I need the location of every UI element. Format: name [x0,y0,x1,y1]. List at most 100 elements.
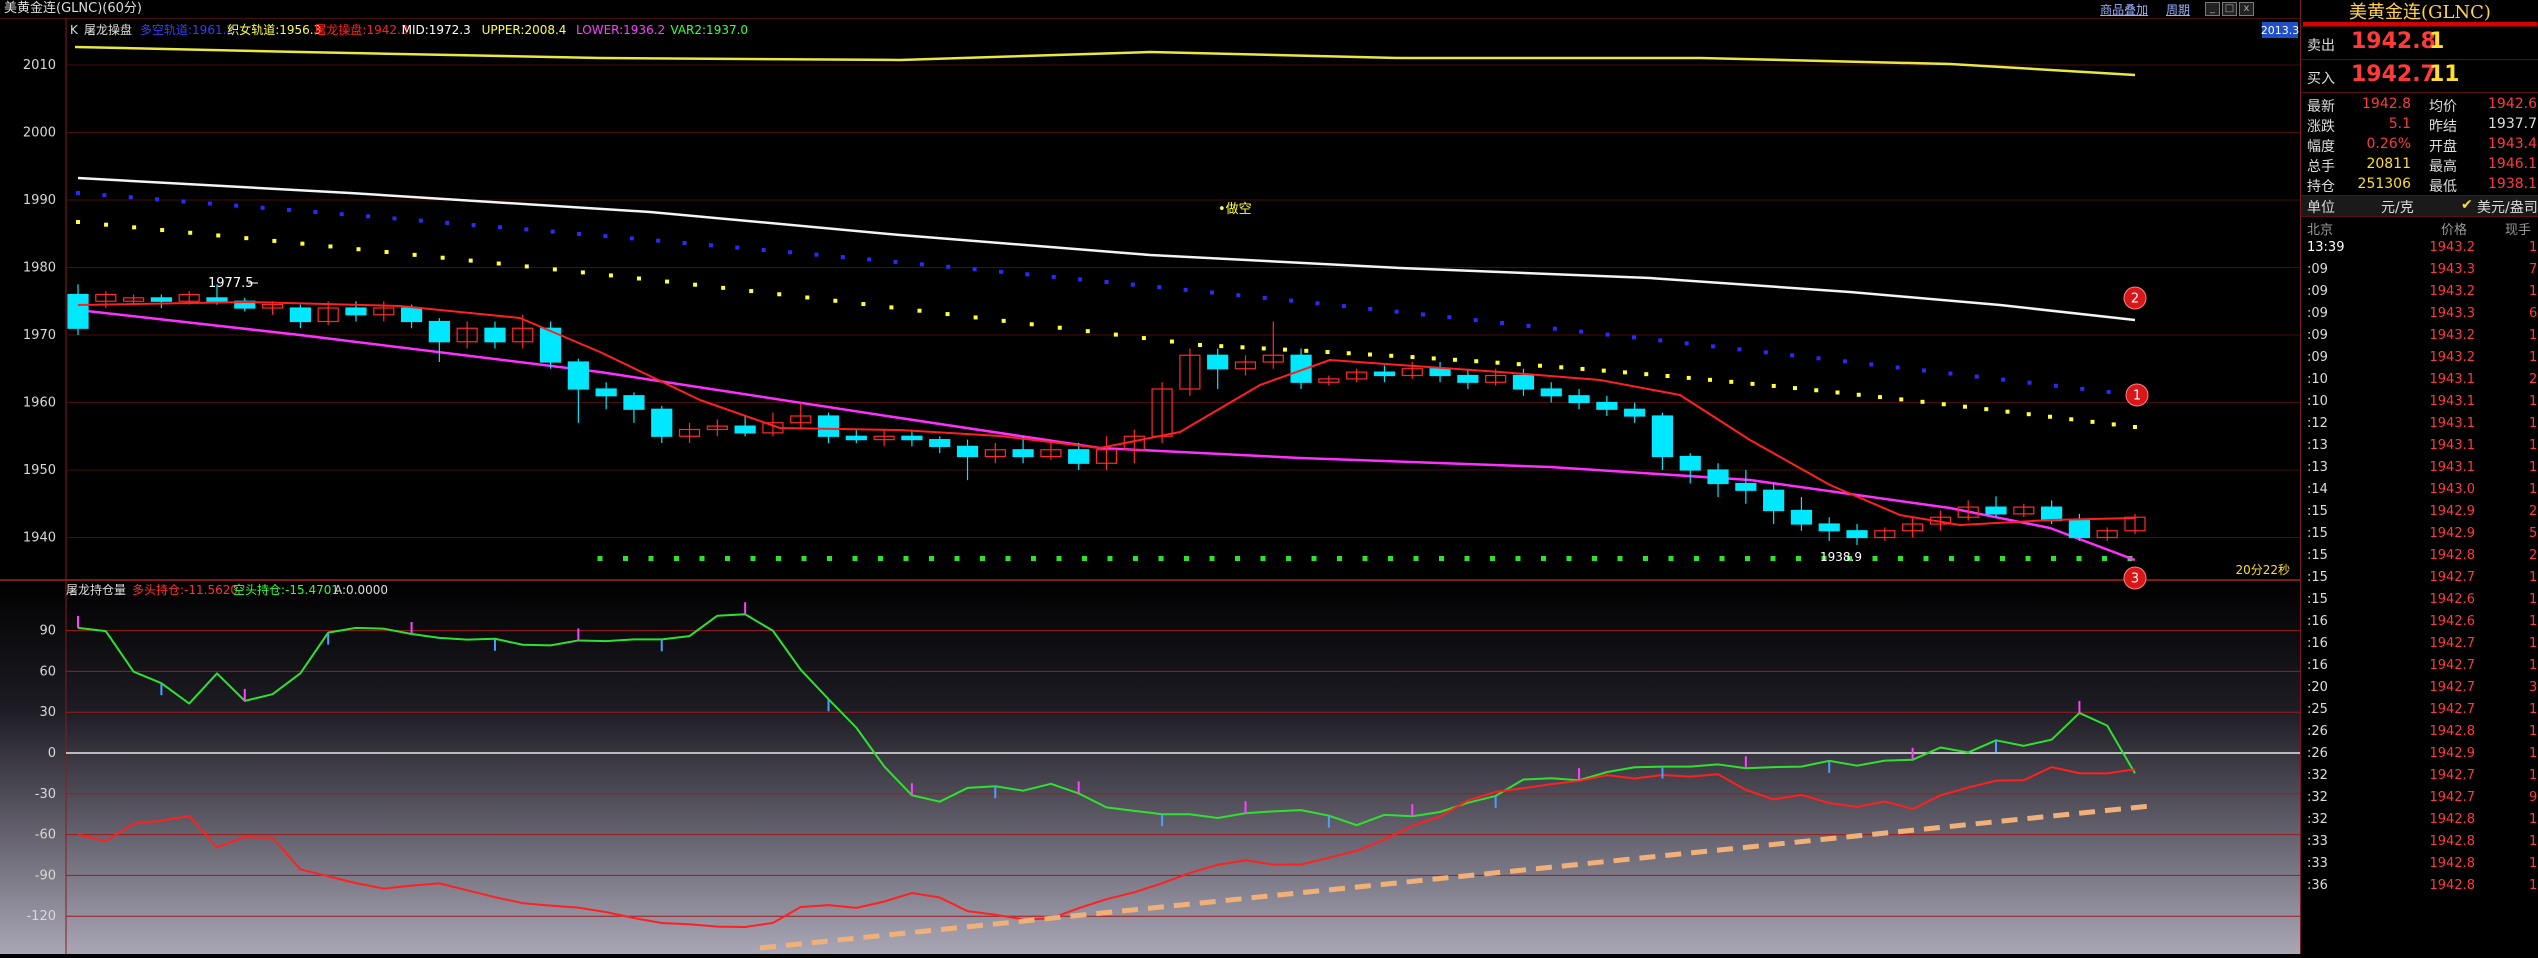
maximize-button[interactable]: □ [2222,2,2237,16]
var2-dot [2051,556,2056,561]
check-icon[interactable]: ✔ [2461,197,2473,213]
y-tick-label: 90 [39,624,56,639]
stat-row: 涨跌 5.1 昨结 1937.7 [2301,115,2538,135]
tick-price: 1943.0 [2429,482,2476,497]
close-button[interactable]: x [2239,2,2254,16]
tick-volume: 1 [2529,746,2538,761]
var2-dot [1515,556,1521,561]
weaver-track-dot [580,270,585,275]
tick-row[interactable]: :16 1942.6 1 [2301,611,2538,633]
tick-row[interactable]: :33 1942.8 1 [2301,831,2538,853]
tick-row[interactable]: :14 1943.0 1 [2301,479,2538,501]
tick-row[interactable]: :16 1942.7 1 [2301,655,2538,677]
tick-row[interactable]: :09 1943.2 1 [2301,281,2538,303]
tick-row[interactable]: :09 1943.3 7 [2301,259,2538,281]
tick-row[interactable]: :09 1943.2 1 [2301,347,2538,369]
tick-row[interactable]: :20 1942.7 3 [2301,677,2538,699]
weaver-track-dot [1346,351,1351,356]
weaver-track-dot [1029,322,1034,327]
stat-label: 最高 [2429,159,2457,175]
tick-row[interactable]: :10 1943.1 2 [2301,369,2538,391]
tick-row[interactable]: :13 1943.1 1 [2301,457,2538,479]
weaver-track-dot [973,315,978,320]
tick-price: 1943.1 [2429,372,2476,387]
tick-row[interactable]: :15 1942.6 1 [2301,589,2538,611]
long-short-track-dot [1552,326,1557,331]
tick-volume: 1 [2529,570,2538,585]
tick-row[interactable]: :15 1942.7 1 [2301,567,2538,589]
long-short-track-dot [603,234,608,239]
stat-value: 1937.7 [2488,116,2537,132]
tick-row[interactable]: :32 1942.7 1 [2301,765,2538,787]
tick-price: 1942.8 [2429,878,2476,893]
period-link[interactable]: 周期 [2166,3,2190,17]
kline-chart[interactable]: 2010 2000 1990 1980 1970 1960 1950 1940 90 60 30 0 -… [0,0,2300,954]
long-short-track-dot [1025,272,1030,277]
weaver-track-dot [384,250,389,255]
stat-label: 幅度 [2307,139,2335,155]
weaver-track-dot [665,279,670,284]
tick-row[interactable]: :09 1943.2 1 [2301,325,2538,347]
weaver-track-dot [1410,355,1415,360]
weaver-track-dot [777,292,782,297]
overlay-link[interactable]: 商品叠加 [2100,3,2148,17]
tick-price: 1942.9 [2429,746,2476,761]
tick-row[interactable]: :09 1943.3 6 [2301,303,2538,325]
chart-area[interactable]: 2010 2000 1990 1980 1970 1960 1950 1940 90 60 30 0 -… [0,0,2300,954]
tick-row[interactable]: :13 1943.1 1 [2301,435,2538,457]
tick-row[interactable]: :15 1942.9 5 [2301,523,2538,545]
var2-dot [1311,556,1317,561]
unit-value[interactable]: 元/克 [2381,197,2414,217]
tick-time: :15 [2307,548,2328,563]
tick-time: :16 [2307,614,2328,629]
weaver-track-dot [608,273,613,278]
quote-title-underline [2303,22,2537,26]
stat-value: 1938.1 [2488,176,2537,192]
var2-dot [1745,556,1750,561]
tick-row[interactable]: :25 1942.7 1 [2301,699,2538,721]
tick-row[interactable]: 13:39 1943.2 1 [2301,237,2538,259]
sell-row[interactable]: 卖出 1942.8 1 [2301,27,2538,60]
stat-value: 1942.8 [2362,96,2411,112]
weaver-track-dot [1304,348,1309,353]
indicator-name: 屠龙操盘 [84,22,132,37]
weaver-track-dot [300,241,305,246]
tick-row[interactable]: :36 1942.8 1 [2301,875,2538,897]
tick-row[interactable]: :15 1942.8 2 [2301,545,2538,567]
weaver-track-dot [76,220,80,224]
tick-row[interactable]: :10 1943.1 1 [2301,391,2538,413]
weaver-track-dot [1580,366,1585,371]
tick-volume: 1 [2529,328,2538,343]
tick-price: 1942.6 [2429,614,2476,629]
tick-row[interactable]: :32 1942.7 9 [2301,787,2538,809]
weaver-track-dot [1729,379,1734,384]
buy-row[interactable]: 买入 1942.7 11 [2301,60,2538,93]
long-short-track-dot [1368,306,1373,311]
tick-row[interactable]: :26 1942.8 1 [2301,721,2538,743]
tick-row[interactable]: :15 1942.9 2 [2301,501,2538,523]
stat-label: 总手 [2307,159,2335,175]
var2-dot [1337,556,1342,561]
tick-row[interactable]: :33 1942.8 1 [2301,853,2538,875]
tick-price: 1943.3 [2429,262,2476,277]
var2-dot [1490,556,1495,561]
long-short-track-dot [946,264,951,269]
var2-dot [1719,556,1725,561]
tick-price: 1942.7 [2429,570,2476,585]
candle-body [1846,530,1868,539]
var2-dot [1362,556,1368,561]
currency-option[interactable]: 美元/盎司 [2477,197,2538,217]
tick-row[interactable]: :26 1942.9 1 [2301,743,2538,765]
tick-row[interactable]: :12 1943.1 1 [2301,413,2538,435]
long-short-track-dot [1157,285,1162,290]
candle-body [1985,506,2007,515]
minimize-button[interactable]: _ [2205,2,2220,16]
long-short-track-dot [366,214,371,219]
tick-row[interactable]: :32 1942.8 1 [2301,809,2538,831]
long-short-track-dot [497,225,502,230]
tick-row[interactable]: :16 1942.7 1 [2301,633,2538,655]
tick-price: 1942.6 [2429,592,2476,607]
tick-time: :09 [2307,262,2328,277]
candle-body [1512,374,1535,390]
tick-list[interactable]: 13:39 1943.2 1:09 1943.3 7:09 1943.2 1:09 1943.… [2301,237,2538,897]
